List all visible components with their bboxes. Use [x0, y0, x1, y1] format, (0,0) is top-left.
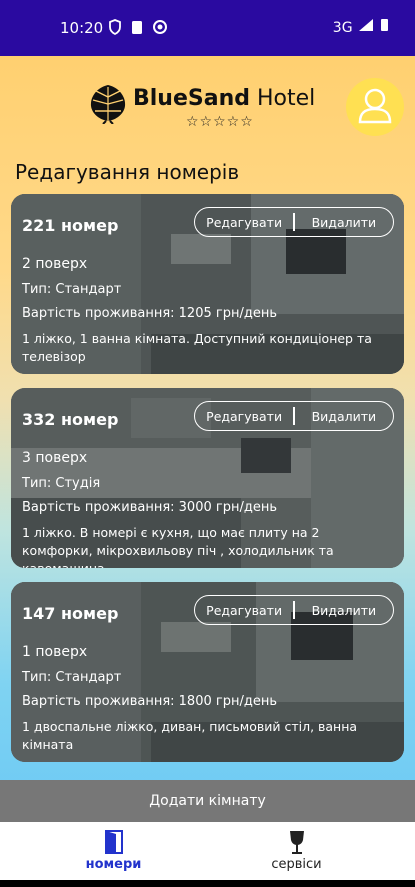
- page-title: Редагування номерів: [15, 160, 240, 184]
- status-icons: [108, 18, 178, 40]
- room-floor: 2 поверх: [22, 256, 88, 272]
- delete-button[interactable]: Видалити: [295, 215, 393, 230]
- system-nav-bar: [0, 880, 415, 887]
- nav-services[interactable]: сервіси: [193, 822, 400, 880]
- edit-button[interactable]: Редагувати: [195, 603, 293, 618]
- hotel-brand: BlueSand Hotel: [133, 86, 316, 111]
- room-type: Тип: Студія: [22, 476, 101, 491]
- room-description: 1 ліжко. В номері є кухня, що має плиту …: [22, 525, 334, 568]
- room-floor: 3 поверх: [22, 450, 88, 466]
- room-actions: Редагувати Видалити: [194, 595, 394, 625]
- room-actions: Редагувати Видалити: [194, 401, 394, 431]
- delete-button[interactable]: Видалити: [295, 409, 393, 424]
- door-icon: [104, 830, 123, 854]
- network-type: 3G: [332, 20, 353, 36]
- status-time: 10:20: [60, 19, 104, 37]
- profile-avatar-button[interactable]: [346, 78, 404, 136]
- room-card[interactable]: 221 номер Редагувати Видалити 2 поверх Т…: [11, 194, 404, 374]
- room-actions: Редагувати Видалити: [194, 207, 394, 237]
- room-floor: 1 поверх: [22, 644, 88, 660]
- app-content: BlueSand Hotel ☆☆☆☆☆ Редагування номерів…: [0, 56, 415, 822]
- wine-glass-icon: [289, 831, 304, 854]
- room-number: 147 номер: [22, 604, 119, 623]
- edit-button[interactable]: Редагувати: [195, 215, 293, 230]
- edit-button[interactable]: Редагувати: [195, 409, 293, 424]
- room-number: 221 номер: [22, 216, 119, 235]
- add-room-button[interactable]: Додати кімнату: [0, 780, 415, 822]
- nav-rooms[interactable]: номери: [10, 822, 217, 880]
- hotel-stars: ☆☆☆☆☆: [186, 114, 254, 130]
- header: BlueSand Hotel ☆☆☆☆☆: [0, 56, 415, 150]
- room-price: Вартість проживання: 3000 грн/день: [22, 500, 277, 515]
- signal-battery-icon: [359, 19, 388, 31]
- status-bar: 10:20 3G: [0, 0, 415, 56]
- room-description: 1 ліжко, 1 ванна кімната. Доступний конд…: [22, 331, 372, 364]
- nav-services-label: сервіси: [271, 857, 322, 872]
- room-type: Тип: Стандарт: [22, 670, 122, 685]
- room-price: Вартість проживання: 1800 грн/день: [22, 694, 277, 709]
- room-type: Тип: Стандарт: [22, 282, 122, 297]
- delete-button[interactable]: Видалити: [295, 603, 393, 618]
- room-number: 332 номер: [22, 410, 119, 429]
- user-icon: [358, 88, 392, 124]
- room-card[interactable]: 147 номер Редагувати Видалити 1 поверх Т…: [11, 582, 404, 762]
- room-description: 1 двоспальне ліжко, диван, письмовий сті…: [22, 719, 358, 752]
- bottom-nav: номери сервіси: [0, 822, 415, 880]
- room-price: Вартість проживання: 1205 грн/день: [22, 306, 277, 321]
- room-card[interactable]: 332 номер Редагувати Видалити 3 поверх Т…: [11, 388, 404, 568]
- status-right: 3G: [333, 18, 393, 36]
- nav-rooms-label: номери: [85, 857, 142, 872]
- leaf-logo-icon: [90, 85, 126, 124]
